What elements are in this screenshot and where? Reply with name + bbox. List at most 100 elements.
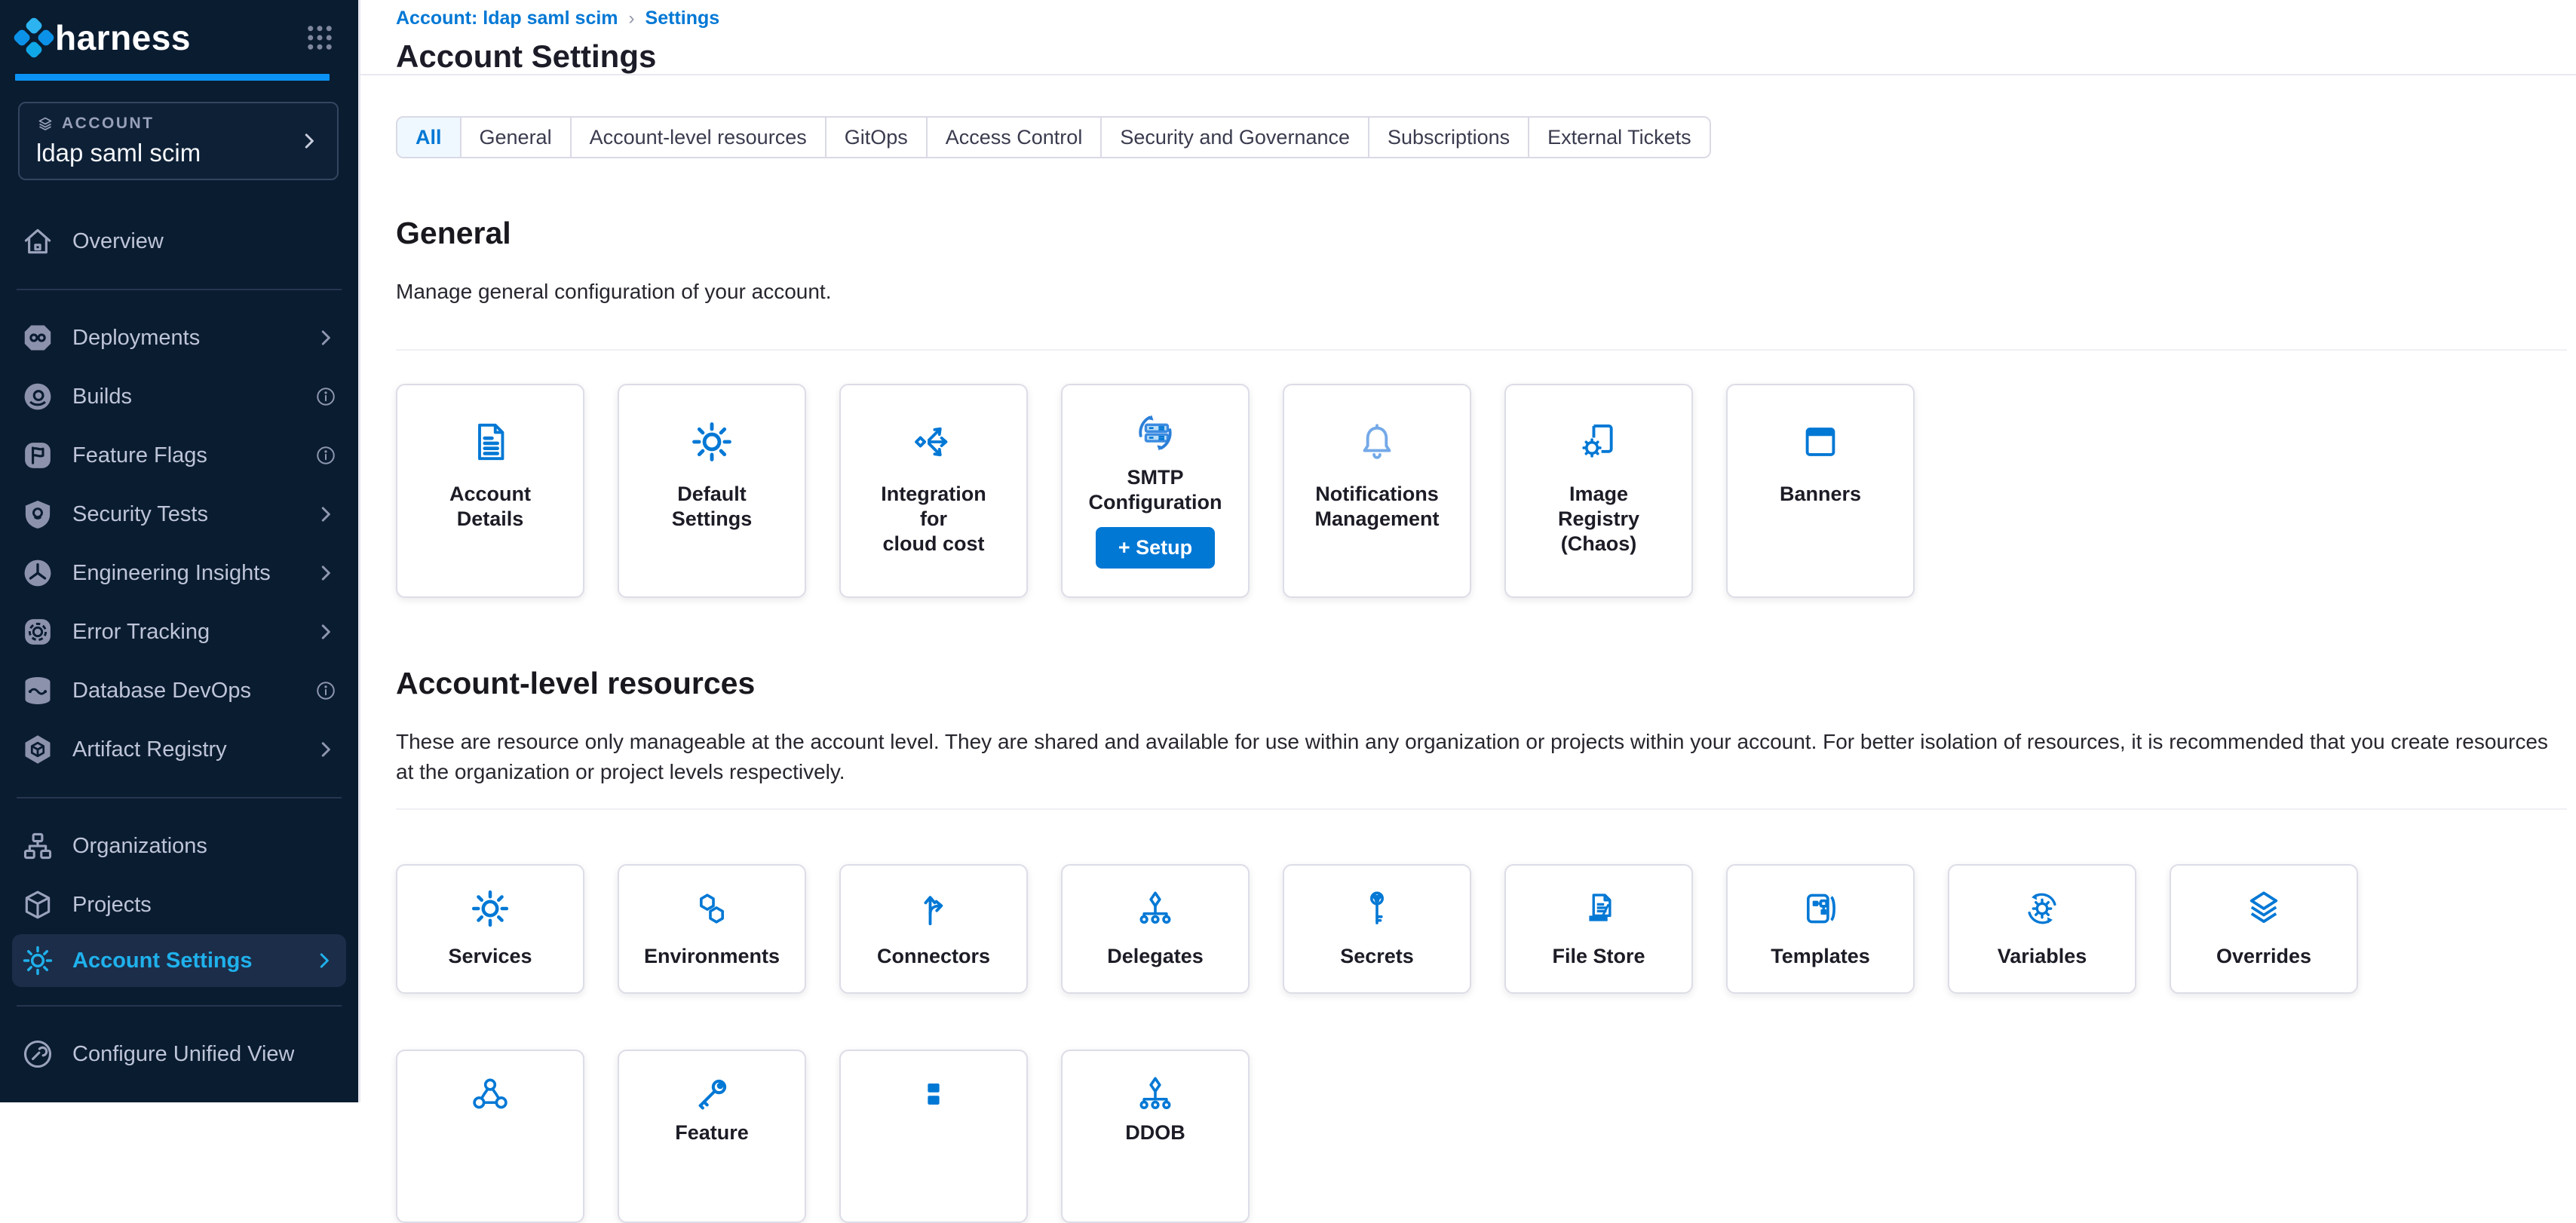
webhook-icon [470,1074,511,1114]
sidebar-item-organizations[interactable]: Organizations [0,817,358,875]
card-smtp-configuration[interactable]: SMTP Configuration + Setup [1061,384,1250,598]
badge-deployments-icon [21,321,54,354]
info-icon [314,679,337,702]
card-banners[interactable]: Banners [1726,384,1915,598]
wrench-circle-icon [21,1038,54,1071]
badge-insights-icon [21,556,54,590]
sidebar-item-configure-unified-view[interactable]: Configure Unified View [0,1025,358,1084]
page-header: Account: ldap saml scim › Settings Accou… [360,0,2576,75]
section-divider [396,808,2567,810]
card-delegates[interactable]: Delegates [1061,864,1250,994]
sidebar-item-engineering-insights[interactable]: Engineering Insights [0,544,358,602]
sidebar-item-label: Feature Flags [72,443,207,468]
tab-label: Subscriptions [1388,126,1510,149]
card-label: Integration for cloud cost [875,482,992,556]
card-bars[interactable] [839,1050,1028,1223]
tab-label: Access Control [946,126,1083,149]
harness-logo-text: harness [55,17,191,58]
sidebar-item-feature-flags[interactable]: Feature Flags [0,426,358,485]
home-icon [21,225,54,258]
card-default-settings[interactable]: Default Settings [618,384,806,598]
sidebar-item-label: Database DevOps [72,679,251,703]
sidebar-item-artifact-registry[interactable]: Artifact Registry [0,720,358,779]
card-label: Secrets [1334,944,1420,969]
gear-blue-icon [690,420,734,464]
card-templates[interactable]: Templates [1726,864,1915,994]
tab-access-control[interactable]: Access Control [926,118,1101,157]
card-secrets[interactable]: Secrets [1283,864,1471,994]
sidebar-item-database-devops[interactable]: Database DevOps [0,661,358,720]
tab-label: Security and Governance [1120,126,1350,149]
tab-security-and-governance[interactable]: Security and Governance [1100,118,1368,157]
account-selector[interactable]: ACCOUNT ldap saml scim [18,102,339,180]
chevron-icon [314,326,337,349]
sidebar-item-label: Projects [72,893,152,918]
harness-logo-icon [14,17,54,58]
sidebar-item-label: Overview [72,229,164,254]
card-ddob[interactable]: DDOB [1061,1050,1250,1223]
app-switcher-grid-icon[interactable] [304,22,336,54]
chevron-icon [314,562,337,584]
account-stack-icon [36,115,54,133]
chevron-icon [313,949,336,972]
card-label: Image Registry (Chaos) [1552,482,1645,556]
card-image-registry-chaos[interactable]: Image Registry (Chaos) [1504,384,1693,598]
sidebar-item-account-settings[interactable]: Account Settings [12,934,346,987]
page-title: Account Settings [396,38,2576,75]
sidebar-item-label: Deployments [72,326,200,351]
sidebar-item-builds[interactable]: Builds [0,367,358,426]
card-webhook[interactable] [396,1050,584,1223]
breadcrumb-settings-link[interactable]: Settings [646,8,720,29]
card-connectors[interactable]: Connectors [839,864,1028,994]
banner-icon [1799,420,1842,464]
tab-bar: All General Account-level resources GitO… [396,116,1711,158]
tab-general[interactable]: General [460,118,570,157]
tab-label: Account-level resources [590,126,807,149]
sidebar-item-label: Organizations [72,834,207,859]
card-label: Default Settings [666,482,759,532]
tab-gitops[interactable]: GitOps [825,118,926,157]
card-environments[interactable]: Environments [618,864,806,994]
sidebar-item-label: Account Settings [72,949,252,973]
sidebar-nav: Overview Deployments Builds Feature Flag… [0,212,358,1084]
sidebar-item-deployments[interactable]: Deployments [0,308,358,367]
card-overrides[interactable]: Overrides [2170,864,2358,994]
tab-all[interactable]: All [397,118,460,157]
card-label: Connectors [871,944,996,969]
gear-outline-icon [21,944,54,977]
filestore-icon [1578,888,1619,929]
card-account-details[interactable]: Account Details [396,384,584,598]
badge-error-icon [21,615,54,648]
card-label: DDOB [1119,1120,1191,1145]
card-integration-for-cloud-cost[interactable]: Integration for cloud cost [839,384,1028,598]
tab-external-tickets[interactable]: External Tickets [1528,118,1710,157]
breadcrumb-separator: › [629,8,635,29]
card-services[interactable]: Services [396,864,584,994]
sidebar-accent-line [15,74,330,81]
sidebar-item-error-tracking[interactable]: Error Tracking [0,602,358,661]
card-feature[interactable]: Feature [618,1050,806,1223]
breadcrumb-account-link[interactable]: Account: ldap saml scim [396,8,618,29]
card-file-store[interactable]: File Store [1504,864,1693,994]
sidebar-item-projects[interactable]: Projects [0,875,358,934]
bars-icon [913,1074,954,1114]
card-label: Templates [1765,944,1876,969]
sidebar-item-security-tests[interactable]: Security Tests [0,485,358,544]
card-notifications-management[interactable]: Notifications Management [1283,384,1471,598]
sidebar-item-label: Artifact Registry [72,737,227,762]
card-label: Services [442,944,538,969]
tab-subscriptions[interactable]: Subscriptions [1368,118,1528,157]
sidebar-divider [17,289,342,290]
tab-account-level-resources[interactable]: Account-level resources [570,118,825,157]
hex-icon [692,888,732,929]
account-name: ldap saml scim [36,139,298,167]
info-icon [314,444,337,467]
card-variables[interactable]: Variables [1948,864,2136,994]
tree-icon [1135,888,1176,929]
section-desc-account-level: These are resource only manageable at th… [396,727,2560,787]
setup-button[interactable]: + Setup [1096,527,1215,569]
tab-label: External Tickets [1547,126,1691,149]
sidebar-item-overview[interactable]: Overview [0,212,358,271]
tree-icon [1135,1074,1176,1114]
badge-builds-icon [21,380,54,413]
